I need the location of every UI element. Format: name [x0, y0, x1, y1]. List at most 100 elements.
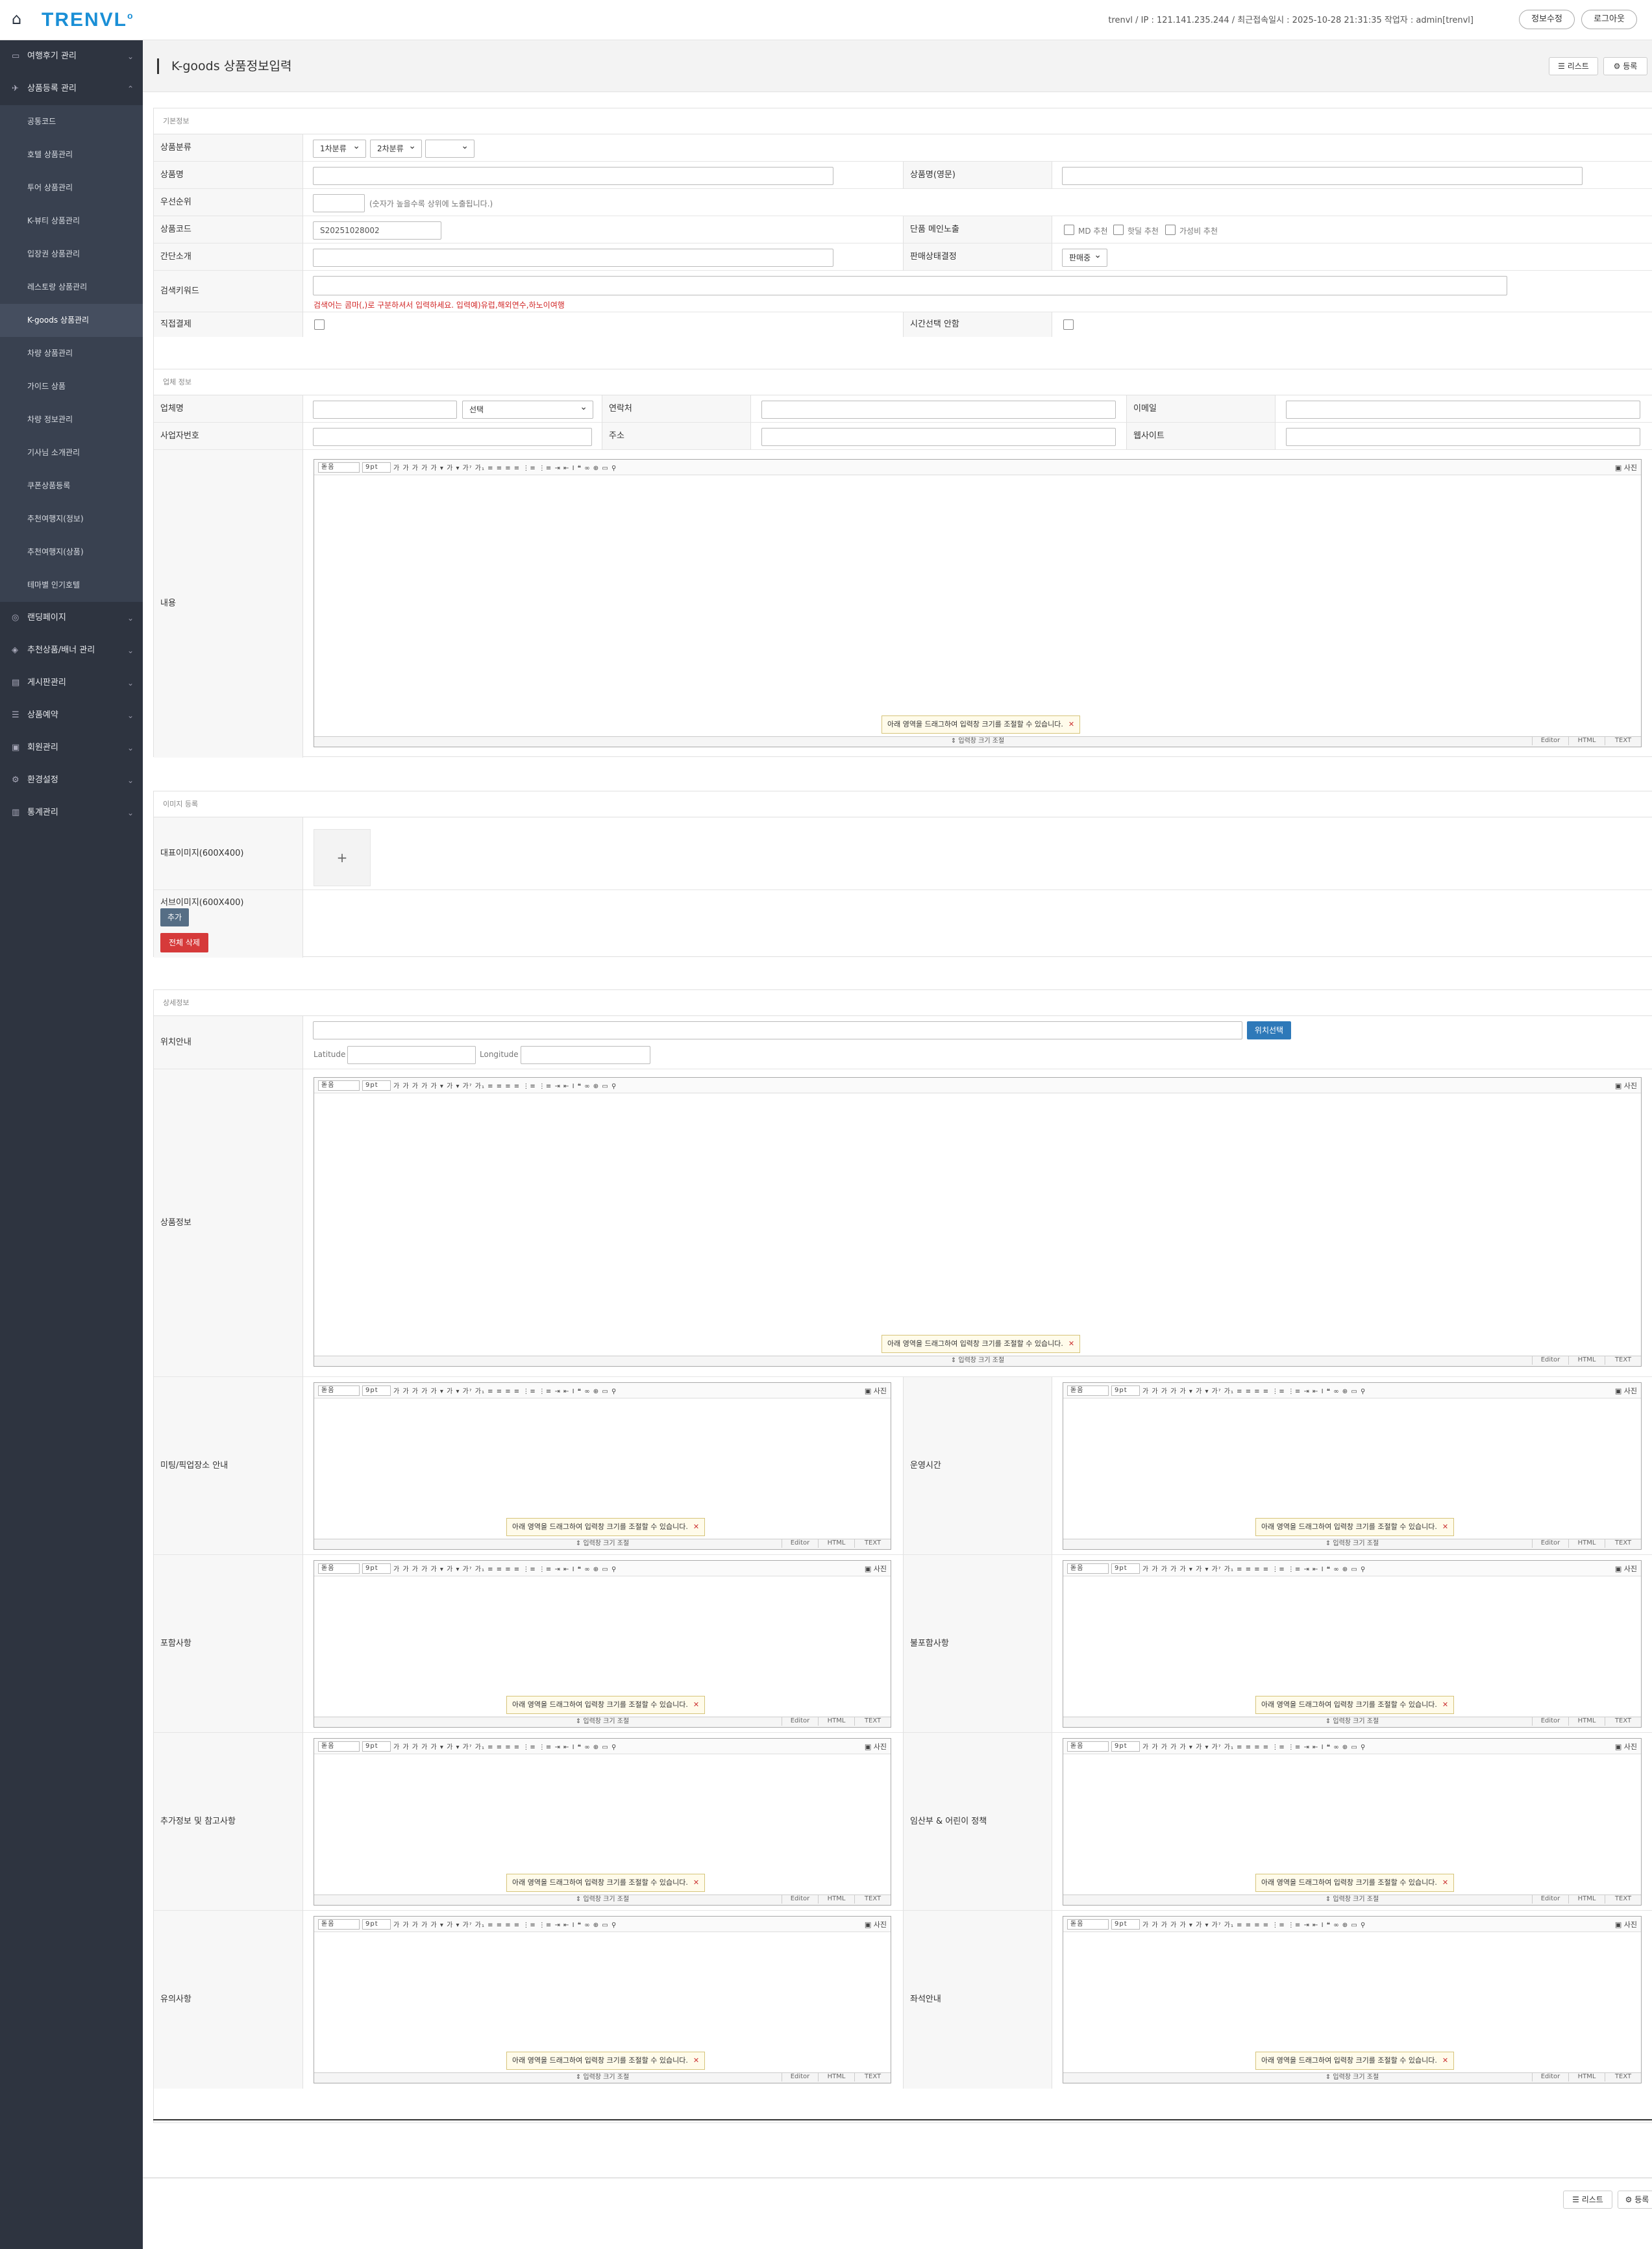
close-icon[interactable]: ✕	[1442, 2056, 1448, 2065]
mode-editor-tab[interactable]: Editor	[782, 1539, 818, 1548]
size-select[interactable]: 9pt	[362, 1919, 391, 1930]
size-select[interactable]: 9pt	[1111, 1563, 1140, 1574]
time-select-checkbox[interactable]	[1063, 319, 1074, 330]
included-editor[interactable]: 돋움 9pt 가 가 가 가 가 ▾ 가 ▾ 가ˀ 가₁ ≡ ≡ ≡ ≡ ⋮≡ ⋮≡…	[314, 1560, 891, 1728]
font-select[interactable]: 돋움	[1067, 1919, 1109, 1930]
product-info-editor[interactable]: 돋움 9pt 가 가 가 가 가 ▾ 가 ▾ 가ˀ 가₁ ≡ ≡ ≡ ≡ ⋮≡ ⋮≡…	[314, 1077, 1642, 1367]
priority-input[interactable]	[313, 194, 365, 212]
mode-html-tab[interactable]: HTML	[1568, 1356, 1605, 1365]
meeting-editor[interactable]: 돋움 9pt 가 가 가 가 가 ▾ 가 ▾ 가ˀ 가₁ ≡ ≡ ≡ ≡ ⋮≡ ⋮≡…	[314, 1382, 891, 1550]
photo-button[interactable]: ▣ 사진	[865, 1919, 887, 1930]
company-name-input[interactable]	[313, 401, 457, 419]
mode-text-tab[interactable]: TEXT	[1605, 1717, 1641, 1726]
register-button[interactable]: ⚙ 등록	[1603, 57, 1647, 75]
format-tools[interactable]: 가 가 가 가 가 ▾ 가 ▾ 가ˀ 가₁ ≡ ≡ ≡ ≡ ⋮≡ ⋮≡ ⇥ ⇤ …	[393, 1083, 617, 1090]
photo-button[interactable]: ▣ 사진	[865, 1741, 887, 1752]
font-select[interactable]: 돋움	[318, 1563, 360, 1574]
mode-editor-tab[interactable]: Editor	[1532, 736, 1568, 745]
close-icon[interactable]: ✕	[1442, 1522, 1448, 1531]
size-select[interactable]: 9pt	[362, 1080, 391, 1091]
sidebar-item-board[interactable]: ▤ 게시판관리 ⌄	[0, 667, 143, 699]
photo-button[interactable]: ▣ 사진	[1615, 1080, 1637, 1091]
format-tools[interactable]: 가 가 가 가 가 ▾ 가 ▾ 가ˀ 가₁ ≡ ≡ ≡ ≡ ⋮≡ ⋮≡ ⇥ ⇤ …	[393, 1744, 617, 1751]
sidebar-sub-item[interactable]: 가이드 상품	[0, 370, 143, 403]
company-select[interactable]: 선택	[462, 399, 593, 419]
photo-button[interactable]: ▣ 사진	[1615, 1919, 1637, 1930]
sidebar-item-stats[interactable]: ▥ 통계관리 ⌄	[0, 797, 143, 829]
mode-text-tab[interactable]: TEXT	[1605, 1895, 1641, 1904]
category2-select[interactable]: 2차분류	[370, 138, 422, 158]
close-icon[interactable]: ✕	[1068, 1339, 1074, 1348]
mode-editor-tab[interactable]: Editor	[1532, 1356, 1568, 1365]
close-icon[interactable]: ✕	[1442, 1700, 1448, 1709]
footer-list-button[interactable]: ☰ 리스트	[1563, 2191, 1612, 2209]
footer-register-button[interactable]: ⚙ 등록	[1618, 2191, 1652, 2209]
mode-text-tab[interactable]: TEXT	[1605, 1356, 1641, 1365]
mode-editor-tab[interactable]: Editor	[782, 2072, 818, 2081]
hours-editor[interactable]: 돋움 9pt 가 가 가 가 가 ▾ 가 ▾ 가ˀ 가₁ ≡ ≡ ≡ ≡ ⋮≡ ⋮≡…	[1063, 1382, 1642, 1550]
list-button[interactable]: ☰ 리스트	[1549, 57, 1598, 75]
close-icon[interactable]: ✕	[1442, 1878, 1448, 1887]
mode-text-tab[interactable]: TEXT	[854, 2072, 891, 2081]
mode-editor-tab[interactable]: Editor	[1532, 1895, 1568, 1904]
close-icon[interactable]: ✕	[693, 2056, 699, 2065]
keyword-input[interactable]	[313, 276, 1507, 295]
font-select[interactable]: 돋움	[318, 1919, 360, 1930]
photo-button[interactable]: ▣ 사진	[1615, 1385, 1637, 1396]
mode-html-tab[interactable]: HTML	[1568, 2072, 1605, 2081]
mode-html-tab[interactable]: HTML	[818, 2072, 854, 2081]
direct-pay-checkbox[interactable]	[314, 319, 325, 330]
logout-button[interactable]: 로그아웃	[1581, 10, 1637, 29]
mode-text-tab[interactable]: TEXT	[854, 1717, 891, 1726]
md-checkbox[interactable]	[1064, 225, 1074, 235]
sidebar-sub-item[interactable]: 입장권 상품관리	[0, 238, 143, 271]
format-tools[interactable]: 가 가 가 가 가 ▾ 가 ▾ 가ˀ 가₁ ≡ ≡ ≡ ≡ ⋮≡ ⋮≡ ⇥ ⇤ …	[393, 1566, 617, 1573]
mode-html-tab[interactable]: HTML	[1568, 1895, 1605, 1904]
mode-editor-tab[interactable]: Editor	[1532, 1717, 1568, 1726]
photo-button[interactable]: ▣ 사진	[865, 1563, 887, 1574]
font-select[interactable]: 돋움	[1067, 1741, 1109, 1752]
sidebar-item-reservation[interactable]: ☰ 상품예약 ⌄	[0, 699, 143, 732]
sidebar-sub-item[interactable]: 테마별 인기호텔	[0, 569, 143, 602]
mode-html-tab[interactable]: HTML	[818, 1539, 854, 1548]
size-select[interactable]: 9pt	[362, 1741, 391, 1752]
content-editor[interactable]: 돋움 9pt 가 가 가 가 가 ▾ 가 ▾ 가ˀ 가₁ ≡ ≡ ≡ ≡ ⋮≡ ⋮≡…	[314, 459, 1642, 747]
sidebar-sub-item[interactable]: 쿠폰상품등록	[0, 469, 143, 503]
mode-html-tab[interactable]: HTML	[818, 1895, 854, 1904]
font-select[interactable]: 돋움	[1067, 1385, 1109, 1396]
font-select[interactable]: 돋움	[318, 462, 360, 473]
sidebar-sub-item-active[interactable]: K-goods 상품관리	[0, 304, 143, 337]
format-tools[interactable]: 가 가 가 가 가 ▾ 가 ▾ 가ˀ 가₁ ≡ ≡ ≡ ≡ ⋮≡ ⋮≡ ⇥ ⇤ …	[1142, 1388, 1366, 1395]
mode-text-tab[interactable]: TEXT	[854, 1895, 891, 1904]
format-tools[interactable]: 가 가 가 가 가 ▾ 가 ▾ 가ˀ 가₁ ≡ ≡ ≡ ≡ ⋮≡ ⋮≡ ⇥ ⇤ …	[1142, 1566, 1366, 1573]
longitude-input[interactable]	[521, 1046, 650, 1064]
sale-status-select[interactable]: 판매중	[1062, 247, 1107, 267]
size-select[interactable]: 9pt	[362, 462, 391, 473]
format-tools[interactable]: 가 가 가 가 가 ▾ 가 ▾ 가ˀ 가₁ ≡ ≡ ≡ ≡ ⋮≡ ⋮≡ ⇥ ⇤ …	[1142, 1922, 1366, 1929]
sidebar-sub-item[interactable]: 차량 상품관리	[0, 337, 143, 370]
name-en-input[interactable]	[1062, 167, 1583, 185]
mode-editor-tab[interactable]: Editor	[1532, 2072, 1568, 2081]
hotdeal-checkbox[interactable]	[1113, 225, 1124, 235]
mode-text-tab[interactable]: TEXT	[854, 1539, 891, 1548]
close-icon[interactable]: ✕	[693, 1700, 699, 1709]
format-tools[interactable]: 가 가 가 가 가 ▾ 가 ▾ 가ˀ 가₁ ≡ ≡ ≡ ≡ ⋮≡ ⋮≡ ⇥ ⇤ …	[1142, 1744, 1366, 1751]
mode-editor-tab[interactable]: Editor	[782, 1895, 818, 1904]
location-select-button[interactable]: 위치선택	[1247, 1021, 1291, 1039]
close-icon[interactable]: ✕	[693, 1522, 699, 1531]
font-select[interactable]: 돋움	[318, 1741, 360, 1752]
sidebar-sub-item[interactable]: 투어 상품관리	[0, 171, 143, 205]
add-sub-image-button[interactable]: 추가	[160, 908, 189, 926]
size-select[interactable]: 9pt	[1111, 1741, 1140, 1752]
mode-html-tab[interactable]: HTML	[1568, 736, 1605, 745]
mode-text-tab[interactable]: TEXT	[1605, 1539, 1641, 1548]
extra-editor[interactable]: 돋움 9pt 가 가 가 가 가 ▾ 가 ▾ 가ˀ 가₁ ≡ ≡ ≡ ≡ ⋮≡ ⋮≡…	[314, 1738, 891, 1906]
sidebar-sub-item[interactable]: 추천여행지(상품)	[0, 536, 143, 569]
name-input[interactable]	[313, 167, 833, 185]
font-select[interactable]: 돋움	[318, 1385, 360, 1396]
size-select[interactable]: 9pt	[362, 1563, 391, 1574]
website-input[interactable]	[1286, 428, 1640, 446]
edit-info-button[interactable]: 정보수정	[1519, 10, 1575, 29]
close-icon[interactable]: ✕	[693, 1878, 699, 1887]
sidebar-item-reviews[interactable]: ▭ 여행후기 관리 ⌄	[0, 40, 143, 73]
